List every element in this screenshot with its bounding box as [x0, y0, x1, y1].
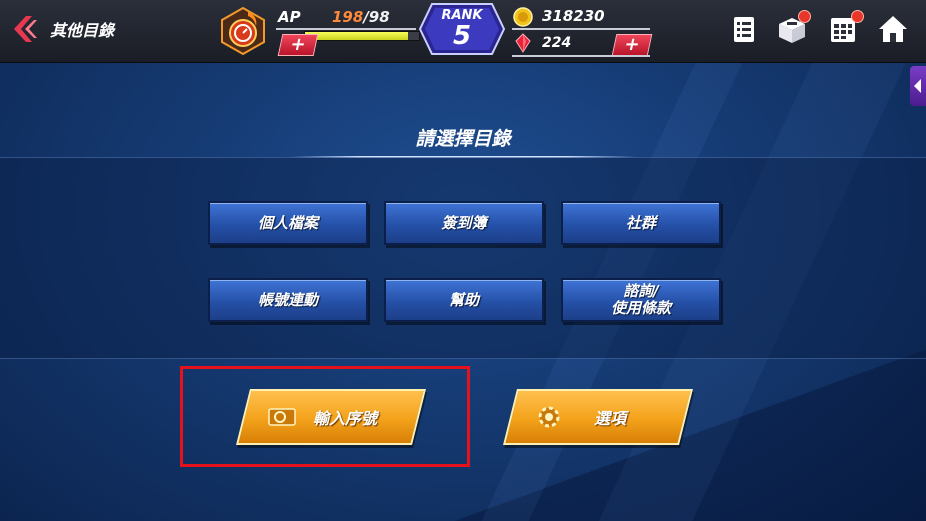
- coin-count: 318230: [542, 7, 605, 25]
- gift-notification-dot: [798, 10, 811, 23]
- add-ap-button[interactable]: +: [277, 34, 319, 56]
- ap-stopwatch-icon: [221, 6, 265, 56]
- community-button[interactable]: 社群: [561, 201, 721, 245]
- checkin-label: 簽到簿: [441, 213, 487, 232]
- red-crystal-icon: [515, 33, 531, 53]
- account-link-label: 帳號連動: [257, 290, 318, 309]
- options-label: 選項: [594, 409, 627, 428]
- ap-label: AP: [278, 8, 301, 26]
- community-label: 社群: [625, 213, 656, 232]
- ap-progress-bar: [304, 31, 420, 41]
- plus-icon: +: [288, 34, 308, 55]
- ap-current: 198: [332, 8, 364, 26]
- plus-icon: +: [622, 34, 642, 55]
- ap-underline: [276, 28, 416, 30]
- profile-button[interactable]: 個人檔案: [208, 201, 368, 245]
- side-panel-tab[interactable]: [910, 66, 926, 106]
- highlight-annotation-box: [180, 366, 470, 467]
- account-link-button[interactable]: 帳號連動: [208, 278, 368, 322]
- profile-label: 個人檔案: [257, 213, 318, 232]
- ap-max: 98: [368, 8, 390, 26]
- inquiry-terms-button[interactable]: 諮詢/ 使用條款: [561, 278, 721, 322]
- back-button[interactable]: 其他目錄: [12, 14, 114, 44]
- home-icon[interactable]: [876, 12, 910, 46]
- gold-coin-icon: [513, 7, 533, 27]
- add-gem-button[interactable]: +: [611, 34, 653, 56]
- gem-underline: [512, 55, 650, 57]
- rank-badge: RANK 5: [418, 2, 506, 56]
- menu-panel: [0, 157, 926, 359]
- checkin-button[interactable]: 簽到簿: [384, 201, 544, 245]
- ap-progress-fill: [305, 32, 408, 40]
- inquiry-terms-label: 諮詢/ 使用條款: [610, 282, 671, 317]
- gear-icon: [538, 406, 560, 428]
- back-label: 其他目錄: [50, 21, 115, 40]
- ap-value: 198/98: [332, 8, 390, 26]
- gem-count: 224: [542, 35, 572, 51]
- options-button[interactable]: 選項: [503, 389, 693, 445]
- back-arrow-icon: [14, 16, 37, 42]
- calendar-notification-dot: [851, 10, 864, 23]
- help-label: 幫助: [448, 290, 479, 309]
- help-button[interactable]: 幫助: [384, 278, 544, 322]
- top-bar: 其他目錄 AP 198/98 + RANK 5 318230 224 +: [0, 0, 926, 63]
- coin-underline: [512, 28, 650, 30]
- page-title: 請選擇目錄: [415, 128, 511, 150]
- rank-value: 5: [452, 21, 472, 51]
- menu-list-icon[interactable]: [727, 12, 761, 46]
